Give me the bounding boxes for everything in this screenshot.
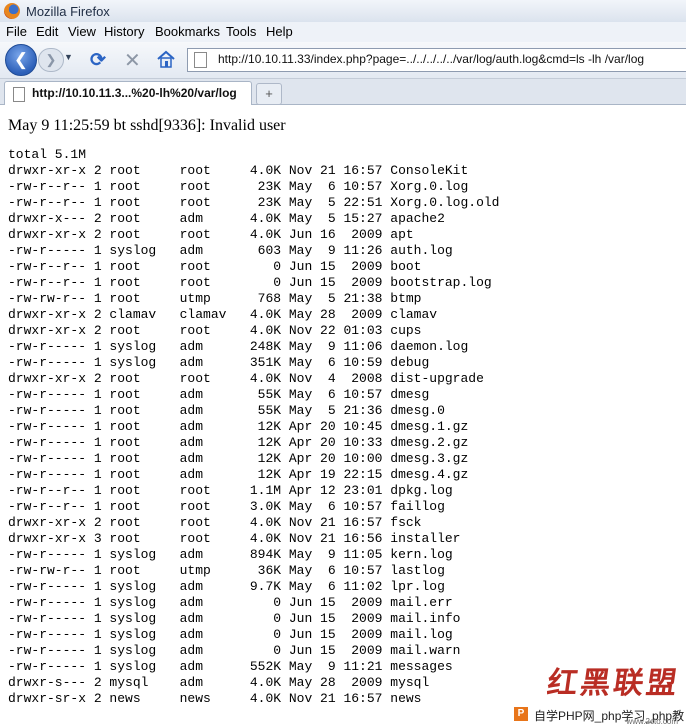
url-bar[interactable]: http://10.10.11.33/index.php?page=../../… bbox=[187, 48, 686, 72]
watermark-bar: P 自学PHP网_php学习_php教 www.2cto.com bbox=[512, 704, 686, 726]
home-icon[interactable] bbox=[156, 50, 176, 68]
listing-row: -rw-r----- 1 root adm 12K Apr 20 10:33 d… bbox=[8, 435, 469, 450]
listing-row: drwxr-x--- 2 root adm 4.0K May 5 15:27 a… bbox=[8, 211, 445, 226]
listing-row: -rw-r----- 1 root adm 55K May 6 10:57 dm… bbox=[8, 387, 430, 402]
listing-row: -rw-r----- 1 root adm 12K Apr 20 10:45 d… bbox=[8, 419, 469, 434]
listing-row: -rw-r----- 1 syslog adm 603 May 9 11:26 … bbox=[8, 243, 453, 258]
listing-row: -rw-rw-r-- 1 root utmp 36K May 6 10:57 l… bbox=[8, 563, 445, 578]
watermark-logo: 红黑联盟 bbox=[545, 666, 682, 701]
navigation-toolbar: ❮ ❯ ▼ ⟳ ✕ http://10.10.11.33/index.php?p… bbox=[0, 42, 686, 79]
listing-row: -rw-r----- 1 root adm 12K Apr 19 22:15 d… bbox=[8, 467, 469, 482]
forward-arrow-icon[interactable]: ❯ bbox=[38, 48, 64, 72]
menu-help[interactable]: Help bbox=[266, 24, 293, 39]
listing-row: -rw-r--r-- 1 root root 1.1M Apr 12 23:01… bbox=[8, 483, 453, 498]
menu-edit[interactable]: Edit bbox=[36, 24, 58, 39]
url-text[interactable]: http://10.10.11.33/index.php?page=../../… bbox=[218, 52, 644, 66]
stop-icon[interactable]: ✕ bbox=[124, 48, 141, 73]
listing-row: -rw-r----- 1 syslog adm 0 Jun 15 2009 ma… bbox=[8, 611, 461, 626]
history-dropdown-icon[interactable]: ▼ bbox=[64, 52, 73, 62]
listing-row: -rw-r----- 1 syslog adm 9.7K May 6 11:02… bbox=[8, 579, 445, 594]
new-tab-plus-icon[interactable]: + bbox=[256, 83, 282, 105]
menu-bar: File Edit View History Bookmarks Tools H… bbox=[0, 22, 686, 42]
listing-row: -rw-r----- 1 root adm 55K May 5 21:36 dm… bbox=[8, 403, 445, 418]
listing-row: drwxr-s--- 2 mysql adm 4.0K May 28 2009 … bbox=[8, 675, 430, 690]
listing-row: -rw-r----- 1 syslog adm 351K May 6 10:59… bbox=[8, 355, 430, 370]
listing-row: drwxr-xr-x 2 clamav clamav 4.0K May 28 2… bbox=[8, 307, 438, 322]
listing-row: -rw-r--r-- 1 root root 23K May 6 10:57 X… bbox=[8, 179, 469, 194]
menu-file[interactable]: File bbox=[6, 24, 27, 39]
listing-row: drwxr-xr-x 3 root root 4.0K Nov 21 16:56… bbox=[8, 531, 461, 546]
listing-row: -rw-r----- 1 root adm 12K Apr 20 10:00 d… bbox=[8, 451, 469, 466]
window-title: Mozilla Firefox bbox=[26, 4, 110, 19]
watermark-url: www.2cto.com bbox=[626, 717, 678, 726]
tab-bar: http://10.10.11.3...%20-lh%20/var/log + bbox=[0, 79, 686, 105]
listing-row: -rw-r----- 1 syslog adm 248K May 9 11:06… bbox=[8, 339, 469, 354]
listing-row: drwxr-xr-x 2 root root 4.0K Nov 4 2008 d… bbox=[8, 371, 484, 386]
listing-row: -rw-r----- 1 syslog adm 0 Jun 15 2009 ma… bbox=[8, 595, 453, 610]
listing-row: -rw-r--r-- 1 root root 0 Jun 15 2009 boo… bbox=[8, 259, 422, 274]
tab-label: http://10.10.11.3...%20-lh%20/var/log bbox=[32, 86, 237, 100]
page-content: May 9 11:25:59 bt sshd[9336]: Invalid us… bbox=[0, 105, 686, 726]
listing-row: -rw-r--r-- 1 root root 0 Jun 15 2009 boo… bbox=[8, 275, 492, 290]
reload-icon[interactable]: ⟳ bbox=[90, 49, 106, 72]
listing-row: -rw-r----- 1 syslog adm 0 Jun 15 2009 ma… bbox=[8, 643, 461, 658]
listing-row: -rw-r--r-- 1 root root 3.0K May 6 10:57 … bbox=[8, 499, 445, 514]
watermark-badge: P bbox=[514, 707, 528, 721]
listing-row: drwxr-xr-x 2 root root 4.0K Jun 16 2009 … bbox=[8, 227, 414, 242]
back-arrow-icon[interactable]: ❮ bbox=[5, 44, 37, 76]
firefox-logo-icon bbox=[4, 3, 20, 19]
listing-total: total 5.1M bbox=[8, 147, 87, 162]
listing-row: drwxr-xr-x 2 root root 4.0K Nov 21 16:57… bbox=[8, 515, 422, 530]
listing-row: -rw-r----- 1 syslog adm 552K May 9 11:21… bbox=[8, 659, 453, 674]
menu-tools[interactable]: Tools bbox=[226, 24, 256, 39]
menu-bookmarks[interactable]: Bookmarks bbox=[155, 24, 220, 39]
menu-view[interactable]: View bbox=[68, 24, 96, 39]
page-icon bbox=[13, 87, 25, 102]
listing-row: drwxr-xr-x 2 root root 4.0K Nov 21 16:57… bbox=[8, 163, 469, 178]
menu-history[interactable]: History bbox=[104, 24, 144, 39]
listing-row: -rw-r--r-- 1 root root 23K May 5 22:51 X… bbox=[8, 195, 500, 210]
listing-row: drwxr-sr-x 2 news news 4.0K Nov 21 16:57… bbox=[8, 691, 422, 706]
listing-row: -rw-rw-r-- 1 root utmp 768 May 5 21:38 b… bbox=[8, 291, 422, 306]
listing-row: drwxr-xr-x 2 root root 4.0K Nov 22 01:03… bbox=[8, 323, 422, 338]
page-icon bbox=[194, 52, 207, 68]
log-error-line: May 9 11:25:59 bt sshd[9336]: Invalid us… bbox=[8, 117, 286, 134]
listing-row: -rw-r----- 1 syslog adm 894K May 9 11:05… bbox=[8, 547, 453, 562]
tab-active[interactable]: http://10.10.11.3...%20-lh%20/var/log bbox=[4, 81, 252, 105]
listing-row: -rw-r----- 1 syslog adm 0 Jun 15 2009 ma… bbox=[8, 627, 453, 642]
directory-listing: total 5.1M drwxr-xr-x 2 root root 4.0K N… bbox=[8, 147, 499, 707]
title-bar: Mozilla Firefox bbox=[0, 0, 686, 23]
